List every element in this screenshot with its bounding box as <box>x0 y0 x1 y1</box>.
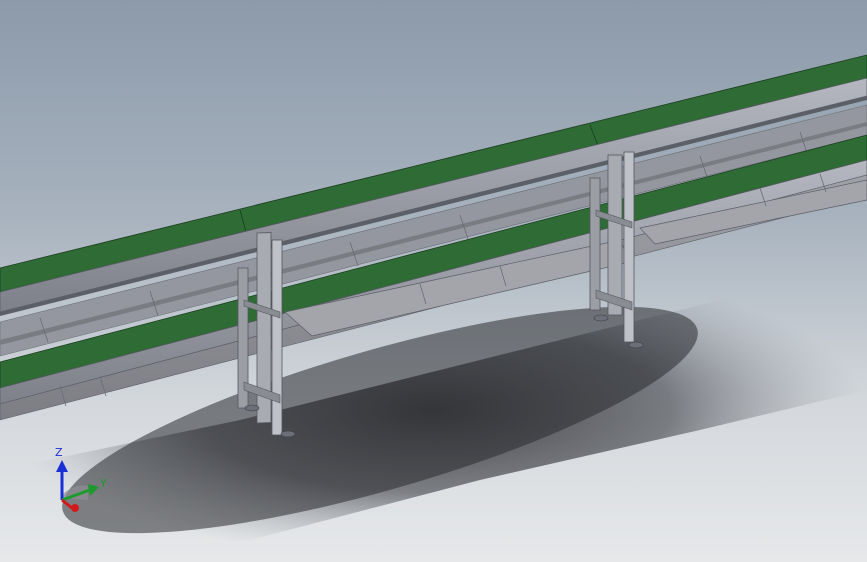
leveling-foot <box>244 404 260 412</box>
leveling-foot <box>280 430 296 438</box>
x-axis-arrowhead <box>71 504 79 512</box>
y-axis-label: Y <box>99 477 107 490</box>
leveling-foot <box>628 341 644 349</box>
cad-viewport[interactable]: Z Y <box>0 0 867 562</box>
leveling-foot <box>593 314 609 322</box>
z-axis-label: Z <box>55 446 63 459</box>
conveyor-model[interactable]: Z Y <box>0 0 867 562</box>
